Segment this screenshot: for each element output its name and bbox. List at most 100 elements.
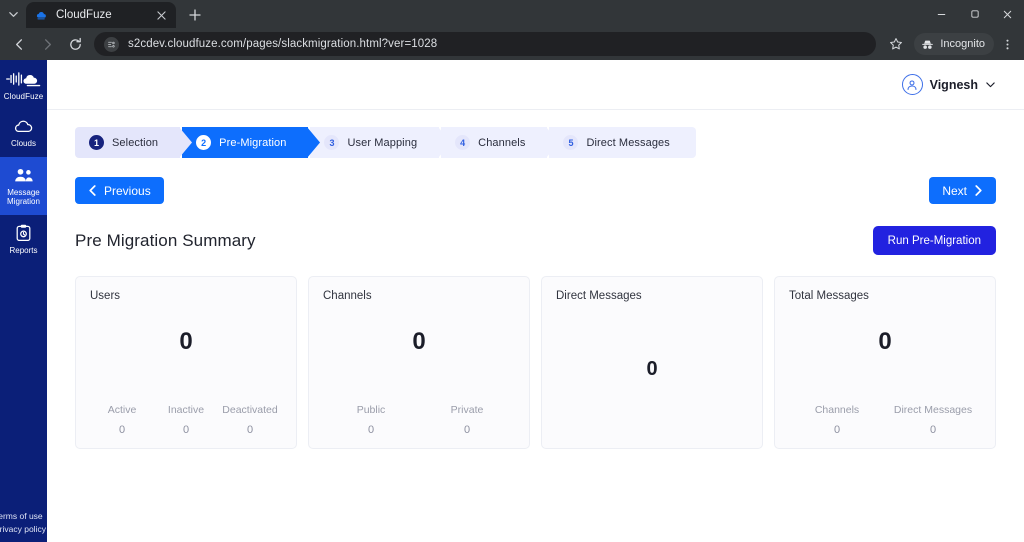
cloud-icon xyxy=(13,117,34,135)
substat-label-private: Private xyxy=(450,404,484,416)
previous-button-label: Previous xyxy=(104,183,151,198)
card-title-channels: Channels xyxy=(323,290,372,302)
run-pre-migration-label: Run Pre-Migration xyxy=(887,234,981,247)
chevron-left-icon xyxy=(89,185,96,196)
step-arrow-icon xyxy=(307,127,321,158)
window-close-button[interactable] xyxy=(991,0,1024,28)
incognito-hat-icon xyxy=(922,40,934,49)
cloudfuze-logo-icon xyxy=(4,68,44,89)
substat-value-active: 0 xyxy=(118,424,126,436)
step-number-3: 3 xyxy=(324,135,340,150)
substat-private: Private 0 xyxy=(419,404,515,436)
summary-card-total-messages: Total Messages 0 Channels 0 Direct Messa… xyxy=(774,276,996,449)
sidebar-footer-links: Terms of use Privacy policy xyxy=(0,511,48,534)
page-viewport: CloudFuze Clouds Message Migration Repor… xyxy=(0,60,1024,542)
substat-value-inactive: 0 xyxy=(182,424,190,436)
summary-card-users: Users 0 Active 0 Inactive 0 Deactivated … xyxy=(75,276,297,449)
page-title: Pre Migration Summary xyxy=(75,230,256,250)
step-number-5: 5 xyxy=(563,135,579,150)
next-button-label: Next xyxy=(942,183,967,198)
address-bar-url: s2cdev.cloudfuze.com/pages/slackmigratio… xyxy=(128,38,438,50)
window-minimize-button[interactable] xyxy=(925,0,958,28)
kebab-menu-icon[interactable] xyxy=(996,31,1018,57)
substat-label-direct-messages: Direct Messages xyxy=(893,404,973,416)
step-number-2: 2 xyxy=(196,135,212,150)
browser-tab-strip: CloudFuze xyxy=(0,0,1024,28)
wizard-nav-row: Previous Next xyxy=(75,177,996,204)
sidebar-item-reports[interactable]: Reports xyxy=(0,215,47,264)
chevron-right-icon xyxy=(975,185,982,196)
card-title-total-messages: Total Messages xyxy=(789,290,869,302)
substat-label-public: Public xyxy=(356,404,386,416)
browser-tab[interactable]: CloudFuze xyxy=(26,2,176,28)
substat-label-deactivated: Deactivated xyxy=(222,404,278,416)
sidebar-item-label-reports: Reports xyxy=(9,245,38,255)
browser-window: CloudFuze s2cdev.cloudfuze.com/pages/sla… xyxy=(0,0,1024,542)
step-arrow-icon xyxy=(546,127,560,158)
substat-value-public: 0 xyxy=(367,424,375,436)
run-pre-migration-button[interactable]: Run Pre-Migration xyxy=(872,226,996,255)
forward-icon[interactable] xyxy=(34,31,60,57)
bookmark-star-icon[interactable] xyxy=(884,32,908,56)
sidebar-item-label-clouds: Clouds xyxy=(11,139,36,148)
cloudfuze-favicon-icon xyxy=(34,8,49,23)
privacy-policy-link[interactable]: Privacy policy xyxy=(0,524,48,534)
substat-public: Public 0 xyxy=(323,404,419,436)
step-arrow-icon xyxy=(438,127,452,158)
card-value-direct-messages: 0 xyxy=(646,357,658,380)
app-sidebar: CloudFuze Clouds Message Migration Repor… xyxy=(0,60,47,542)
card-title-users: Users xyxy=(90,290,121,302)
substat-value-private: 0 xyxy=(463,424,471,436)
user-name-label: Vignesh xyxy=(929,77,978,92)
step-label-direct-messages: Direct Messages xyxy=(586,136,670,149)
new-tab-button[interactable] xyxy=(182,2,208,28)
substat-label-channels: Channels xyxy=(814,404,860,416)
user-menu[interactable]: Vignesh xyxy=(901,74,996,95)
step-direct-messages[interactable]: 5 Direct Messages xyxy=(549,127,696,158)
chevron-down-icon[interactable] xyxy=(985,79,996,90)
terms-of-use-link[interactable]: Terms of use xyxy=(0,511,48,521)
step-label-channels: Channels xyxy=(478,136,526,149)
users-icon xyxy=(13,166,35,184)
summary-card-channels: Channels 0 Public 0 Private 0 xyxy=(308,276,530,449)
page-content: 1 Selection 2 Pre-Migration 3 User Mappi… xyxy=(47,110,1024,542)
clipboard-icon xyxy=(15,224,32,242)
step-pre-migration[interactable]: 2 Pre-Migration xyxy=(182,127,321,158)
sidebar-brand[interactable]: CloudFuze xyxy=(0,60,47,108)
next-button[interactable]: Next xyxy=(929,177,996,204)
step-number-4: 4 xyxy=(455,135,471,150)
page-title-row: Pre Migration Summary Run Pre-Migration xyxy=(75,226,996,255)
incognito-indicator[interactable]: Incognito xyxy=(914,33,994,55)
substat-channels: Channels 0 xyxy=(789,404,885,436)
window-maximize-button[interactable] xyxy=(958,0,991,28)
card-value-users: 0 xyxy=(179,328,193,355)
sidebar-item-message-migration[interactable]: Message Migration xyxy=(0,156,47,215)
substat-deactivated: Deactivated 0 xyxy=(218,404,282,436)
migration-stepper: 1 Selection 2 Pre-Migration 3 User Mappi… xyxy=(75,127,996,158)
sidebar-brand-label: CloudFuze xyxy=(3,92,44,101)
card-value-total-messages: 0 xyxy=(878,328,892,355)
substat-label-active: Active xyxy=(107,404,137,416)
step-selection[interactable]: 1 Selection xyxy=(75,127,193,158)
page-info-icon[interactable] xyxy=(104,36,119,52)
step-user-mapping[interactable]: 3 User Mapping xyxy=(310,127,452,158)
back-icon[interactable] xyxy=(6,31,32,57)
substat-label-inactive: Inactive xyxy=(167,404,205,416)
card-substats-users: Active 0 Inactive 0 Deactivated 0 xyxy=(90,404,282,436)
address-bar[interactable]: s2cdev.cloudfuze.com/pages/slackmigratio… xyxy=(94,32,877,56)
window-controls xyxy=(925,0,1024,28)
app-main: Vignesh 1 Selection 2 Pre-Migration 3 Us… xyxy=(47,60,1024,542)
step-number-1: 1 xyxy=(89,135,104,150)
reload-icon[interactable] xyxy=(62,31,88,57)
sidebar-item-label-message-migration: Message Migration xyxy=(7,187,40,207)
card-value-channels: 0 xyxy=(412,328,426,355)
sidebar-item-clouds[interactable]: Clouds xyxy=(0,108,47,157)
step-label-selection: Selection xyxy=(112,136,159,149)
tab-close-icon[interactable] xyxy=(154,8,168,22)
card-substats-total-messages: Channels 0 Direct Messages 0 xyxy=(789,404,981,436)
step-arrow-icon xyxy=(179,127,193,158)
previous-button[interactable]: Previous xyxy=(75,177,164,204)
step-channels[interactable]: 4 Channels xyxy=(441,127,560,158)
tab-search-icon[interactable] xyxy=(0,0,26,28)
substat-value-deactivated: 0 xyxy=(246,424,254,436)
